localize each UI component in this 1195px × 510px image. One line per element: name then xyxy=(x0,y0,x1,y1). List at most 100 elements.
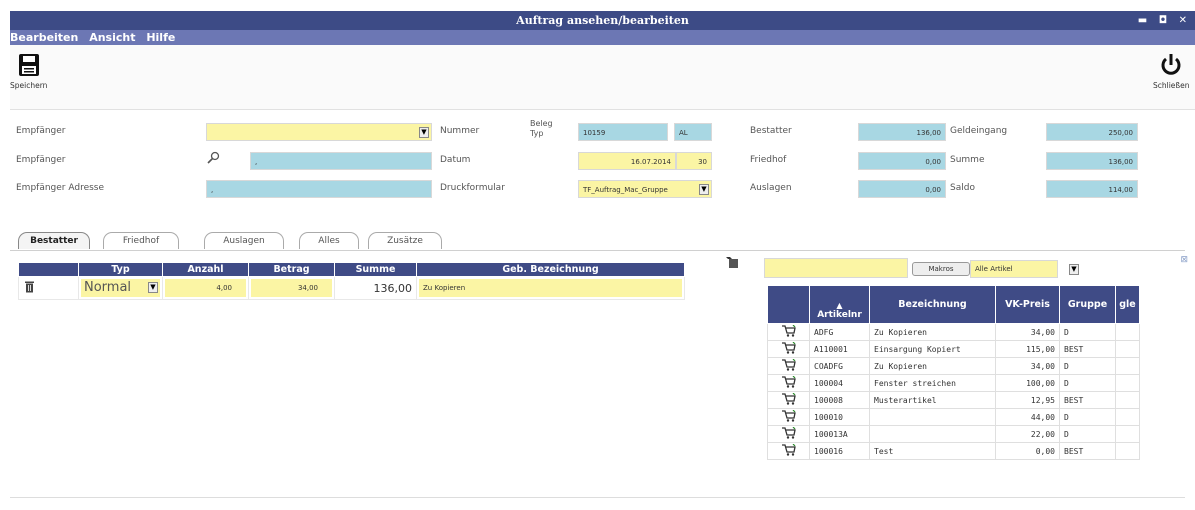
table-row[interactable]: 100010 44,00 D xyxy=(767,408,1140,426)
datum-field[interactable]: 16.07.2014 xyxy=(578,152,676,170)
article-bezeichnung-cell xyxy=(869,408,996,426)
add-to-cart-icon[interactable] xyxy=(781,375,796,390)
add-to-cart-icon[interactable] xyxy=(781,358,796,373)
add-to-cart-icon[interactable] xyxy=(781,392,796,407)
window-controls[interactable]: ▬ ◘ ✕ xyxy=(1138,11,1191,30)
typ-label: Typ xyxy=(530,129,544,138)
article-rows: ADFG Zu Kopieren 34,00 D A110001 Einsargung K… xyxy=(767,323,1140,460)
table-row[interactable]: 100008 Musterartikel 12,95 BEST xyxy=(767,391,1140,409)
positions-header-anzahl[interactable]: Anzahl xyxy=(162,262,249,277)
window-titlebar: Auftrag ansehen/bearbeiten ▬ ◘ ✕ xyxy=(10,11,1195,30)
tab-divider xyxy=(10,250,1185,251)
article-preis-cell: 100,00 xyxy=(995,374,1060,392)
positions-table: Typ Anzahl Betrag Summe Geb. Bezeichnung… xyxy=(18,262,685,300)
chevron-down-icon[interactable]: ▼ xyxy=(148,282,158,293)
bestatter-field: 136,00 xyxy=(858,123,946,141)
save-label: Speichern xyxy=(10,81,48,90)
table-row[interactable]: 100004 Fenster streichen 100,00 D xyxy=(767,374,1140,392)
adresse-label: Empfänger Adresse xyxy=(16,183,105,193)
nummer-field[interactable]: 10159 xyxy=(578,123,668,141)
article-panel: Makros Alle Artikel ▼ ⊠ ▲ Artikelnr Beze… xyxy=(722,255,1190,505)
typ-cell: Normal ▼ xyxy=(78,276,163,300)
panel-corner-icon[interactable]: ⊠ xyxy=(1180,255,1188,265)
article-header-preis[interactable]: VK-Preis xyxy=(995,285,1060,324)
positions-header-typ[interactable]: Typ xyxy=(78,262,163,277)
tab-bestatter[interactable]: Bestatter xyxy=(18,232,90,249)
trash-icon[interactable] xyxy=(25,281,34,293)
article-extra-cell xyxy=(1115,408,1140,426)
friedhof-field: 0,00 xyxy=(858,152,946,170)
auslagen-field: 0,00 xyxy=(858,180,946,198)
add-to-cart-icon[interactable] xyxy=(781,409,796,424)
bezeichnung-cell: Zu Kopieren xyxy=(416,276,685,300)
positions-header-summe[interactable]: Summe xyxy=(334,262,417,277)
betrag-input[interactable]: 34,00 xyxy=(251,279,332,297)
article-header-bezeichnung[interactable]: Bezeichnung xyxy=(869,285,996,324)
add-to-cart-icon[interactable] xyxy=(781,443,796,458)
window-title: Auftrag ansehen/bearbeiten xyxy=(516,14,689,27)
adresse-field[interactable]: , xyxy=(206,180,432,198)
typ-value: Normal xyxy=(84,280,132,295)
positions-header-bezeichnung[interactable]: Geb. Bezeichnung xyxy=(416,262,685,277)
tab-auslagen[interactable]: Auslagen xyxy=(204,232,284,249)
tab-friedhof[interactable]: Friedhof xyxy=(103,232,179,249)
table-row[interactable]: A110001 Einsargung Kopiert 115,00 BEST xyxy=(767,340,1140,358)
article-bezeichnung-cell: Zu Kopieren xyxy=(869,323,996,341)
copy-icon[interactable] xyxy=(726,257,740,269)
table-row[interactable]: ADFG Zu Kopieren 34,00 D xyxy=(767,323,1140,341)
datum-extra-field[interactable]: 30 xyxy=(676,152,712,170)
article-nr-cell: COADFG xyxy=(809,357,870,375)
druck-label: Druckformular xyxy=(440,183,505,193)
cart-cell xyxy=(767,357,810,375)
article-header-extra[interactable]: gle xyxy=(1115,285,1140,324)
article-extra-cell xyxy=(1115,323,1140,341)
typ-field[interactable]: AL xyxy=(674,123,712,141)
beleg-label: Beleg xyxy=(530,119,553,128)
article-header-nr[interactable]: ▲ Artikelnr xyxy=(809,285,870,324)
tab-zusaetze[interactable]: Zusätze xyxy=(368,232,442,249)
chevron-down-icon[interactable]: ▼ xyxy=(699,184,709,195)
article-bezeichnung-cell: Einsargung Kopiert xyxy=(869,340,996,358)
table-row[interactable]: COADFG Zu Kopieren 34,00 D xyxy=(767,357,1140,375)
add-to-cart-icon[interactable] xyxy=(781,341,796,356)
nummer-label: Nummer xyxy=(440,126,480,136)
article-extra-cell xyxy=(1115,357,1140,375)
anzahl-input[interactable]: 4,00 xyxy=(165,279,246,297)
friedhof-label: Friedhof xyxy=(750,155,787,165)
positions-header-betrag[interactable]: Betrag xyxy=(248,262,335,277)
add-to-cart-icon[interactable] xyxy=(781,324,796,339)
close-button[interactable]: Schließen xyxy=(1153,53,1190,90)
menu-bar: Bearbeiten Ansicht Hilfe xyxy=(10,30,1195,45)
makros-button[interactable]: Makros xyxy=(912,262,970,276)
article-gruppe-cell: D xyxy=(1059,374,1116,392)
cart-cell xyxy=(767,374,810,392)
add-to-cart-icon[interactable] xyxy=(781,426,796,441)
summe-field: 136,00 xyxy=(1046,152,1138,170)
menu-hilfe[interactable]: Hilfe xyxy=(146,31,175,44)
druck-select[interactable]: TF_Auftrag_Mac_Gruppe ▼ xyxy=(578,180,712,198)
chevron-down-icon[interactable]: ▼ xyxy=(1069,264,1079,275)
empfaenger-select[interactable]: ▼ xyxy=(206,123,432,141)
article-gruppe-cell: D xyxy=(1059,425,1116,443)
article-search-input[interactable] xyxy=(764,258,908,278)
table-row[interactable]: 100016 Test 0,00 BEST xyxy=(767,442,1140,460)
menu-bearbeiten[interactable]: Bearbeiten xyxy=(10,31,78,44)
save-button[interactable]: Speichern xyxy=(10,53,47,90)
delete-cell[interactable] xyxy=(18,276,79,300)
article-header-gruppe[interactable]: Gruppe xyxy=(1059,285,1116,324)
table-row[interactable]: 100013A 22,00 D xyxy=(767,425,1140,443)
menu-ansicht[interactable]: Ansicht xyxy=(89,31,135,44)
tab-alles[interactable]: Alles xyxy=(299,232,359,249)
power-icon xyxy=(1161,54,1181,75)
search-icon[interactable] xyxy=(206,151,220,165)
article-preis-cell: 34,00 xyxy=(995,357,1060,375)
chevron-down-icon[interactable]: ▼ xyxy=(419,127,429,138)
article-filter-select[interactable]: Alle Artikel ▼ xyxy=(970,260,1079,278)
article-preis-cell: 12,95 xyxy=(995,391,1060,409)
geldeingang-label: Geldeingang xyxy=(950,126,1008,136)
article-gruppe-cell: BEST xyxy=(1059,340,1116,358)
typ-select[interactable]: Normal ▼ xyxy=(81,279,160,297)
bezeichnung-input[interactable]: Zu Kopieren xyxy=(419,279,682,297)
empfaenger-field[interactable]: , xyxy=(250,152,432,170)
article-gruppe-cell: BEST xyxy=(1059,391,1116,409)
